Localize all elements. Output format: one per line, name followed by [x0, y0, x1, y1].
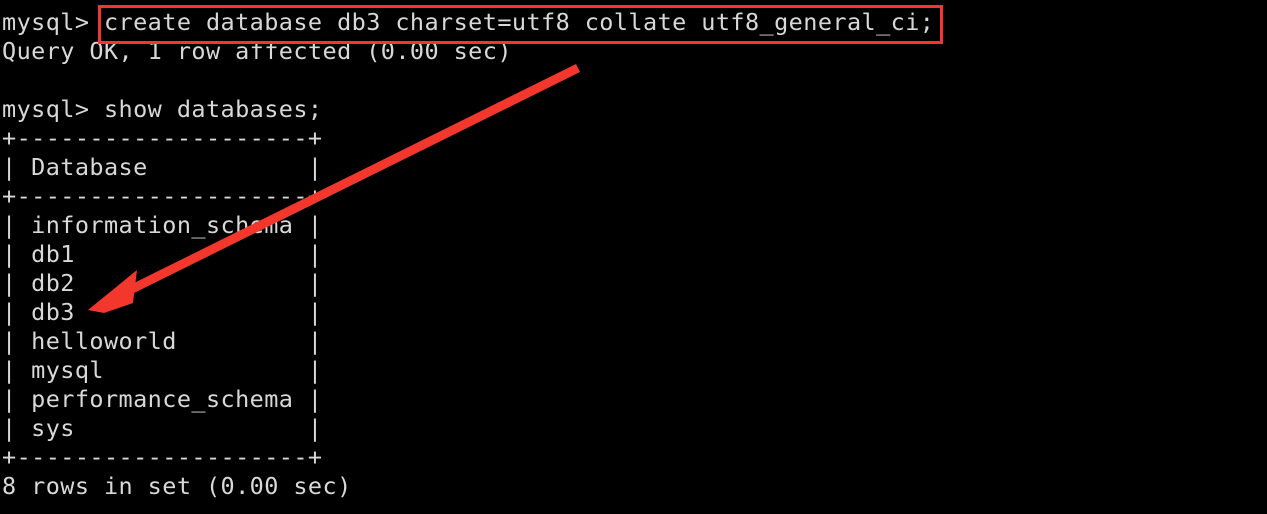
table-border-header: +--------------------+ — [2, 182, 323, 210]
table-row-db3: | db3 | — [2, 298, 323, 326]
table-row-performance-schema: | performance_schema | — [2, 385, 323, 413]
terminal-line-query-ok-status: Query OK, 1 row affected (0.00 sec) — [2, 37, 512, 65]
terminal-screenshot: mysql> create database db3 charset=utf8 … — [0, 0, 1267, 514]
table-row-sys: | sys | — [2, 414, 323, 442]
table-header-row: | Database | — [2, 153, 323, 181]
table-row-information-schema: | information_schema | — [2, 211, 323, 239]
table-row-db2: | db2 | — [2, 269, 323, 297]
table-border-bottom: +--------------------+ — [2, 443, 323, 471]
mysql-terminal-output[interactable]: mysql> create database db3 charset=utf8 … — [0, 0, 1267, 514]
table-border-top: +--------------------+ — [2, 124, 323, 152]
terminal-line-rows-in-set-status: 8 rows in set (0.00 sec) — [2, 472, 352, 500]
terminal-line-show-databases: mysql> show databases; — [2, 95, 323, 123]
terminal-line-create-command: mysql> create database db3 charset=utf8 … — [2, 8, 935, 36]
table-row-db1: | db1 | — [2, 240, 323, 268]
table-row-helloworld: | helloworld | — [2, 327, 323, 355]
table-row-mysql: | mysql | — [2, 356, 323, 384]
